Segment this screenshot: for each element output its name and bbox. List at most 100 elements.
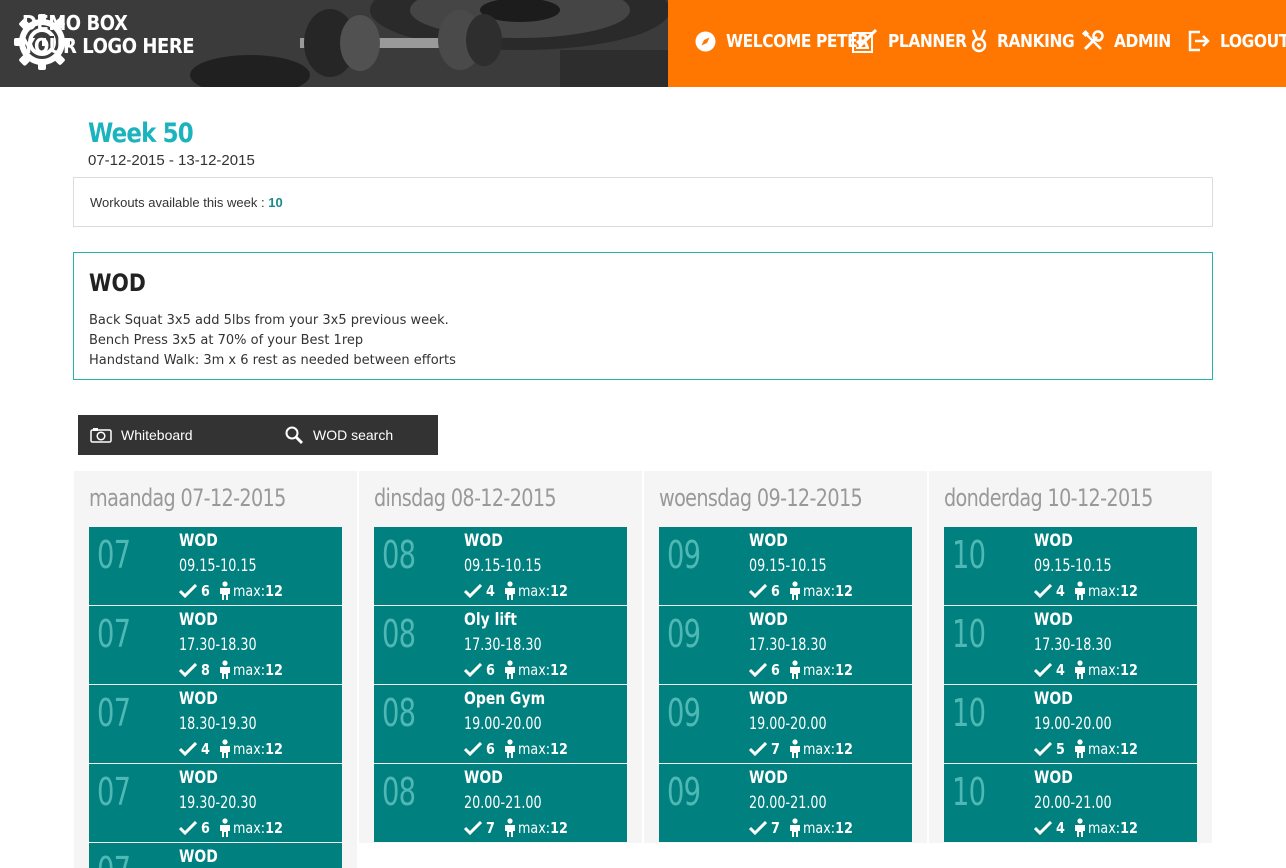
check-icon <box>1034 584 1052 598</box>
slot-meta: 4 max:12 <box>1034 817 1147 839</box>
class-slot[interactable]: 08 Oly lift 17.30-18.30 6 max:12 <box>374 606 627 684</box>
top-nav: WELCOME PETER PLANNER RANKING ADMIN LOGO… <box>668 0 1286 87</box>
class-slot[interactable]: 08 WOD 09.15-10.15 4 max:12 <box>374 527 627 605</box>
slot-name: WOD <box>179 531 218 551</box>
slot-day-number: 10 <box>952 612 986 656</box>
class-slot[interactable]: 10 WOD 20.00-21.00 4 max:12 <box>944 764 1197 842</box>
nav-logout[interactable]: LOGOUT <box>1188 27 1286 55</box>
slot-meta: 6 max:12 <box>749 580 862 602</box>
slot-time: 20.00-21.00 <box>749 793 827 813</box>
logo[interactable]: DEMO BOX YOUR LOGO HERE <box>14 11 213 70</box>
check-icon <box>179 742 197 756</box>
slot-booked-count: 4 <box>1056 661 1065 679</box>
class-slot[interactable]: 10 WOD 09.15-10.15 4 max:12 <box>944 527 1197 605</box>
check-icon <box>464 663 482 677</box>
slot-time: 18.30-19.30 <box>179 714 257 734</box>
slot-meta: 6 max:12 <box>749 659 862 681</box>
person-icon <box>220 581 231 600</box>
day-column: dinsdag 08-12-2015 08 WOD 09.15-10.15 4 … <box>359 471 642 843</box>
slot-name: WOD <box>749 768 788 788</box>
slot-booked-count: 7 <box>486 819 495 837</box>
whiteboard-button[interactable]: Whiteboard <box>78 415 268 455</box>
slot-day-number: 09 <box>667 612 701 656</box>
person-icon <box>790 660 801 679</box>
slot-day-number: 09 <box>667 770 701 814</box>
person-icon <box>790 739 801 758</box>
slot-max-label: max: <box>518 582 551 600</box>
slot-meta: 6 max:12 <box>464 659 577 681</box>
slot-max-label: max: <box>233 819 266 837</box>
available-workouts-text: Workouts available this week : 10 <box>90 195 283 210</box>
slot-name: WOD <box>1034 689 1073 709</box>
slot-booked-count: 6 <box>201 819 210 837</box>
slot-name: WOD <box>1034 610 1073 630</box>
slot-meta: 4 max:12 <box>1034 580 1147 602</box>
nav-admin[interactable]: ADMIN <box>1082 27 1180 55</box>
slot-name: WOD <box>179 768 218 788</box>
slot-day-number: 10 <box>952 770 986 814</box>
slot-name: Open Gym <box>464 689 546 709</box>
slot-booked-count: 7 <box>771 740 780 758</box>
person-icon <box>1075 739 1086 758</box>
nav-planner[interactable]: PLANNER <box>852 27 979 55</box>
slot-max-value: 12 <box>265 740 284 758</box>
slot-max-value: 12 <box>1120 661 1139 679</box>
slot-max: max:12 <box>518 740 568 758</box>
slot-max: max:12 <box>233 661 283 679</box>
person-icon <box>220 818 231 837</box>
slot-booked-count: 4 <box>486 582 495 600</box>
slot-time: 17.30-18.30 <box>179 635 257 655</box>
class-slot[interactable]: 09 WOD 09.15-10.15 6 max:12 <box>659 527 912 605</box>
person-icon <box>1075 818 1086 837</box>
slot-max: max:12 <box>233 740 283 758</box>
slot-day-number: 10 <box>952 691 986 735</box>
wod-description: Back Squat 3x5 add 5lbs from your 3x5 pr… <box>89 311 456 371</box>
class-slot[interactable]: 10 WOD 19.00-20.00 5 max:12 <box>944 685 1197 763</box>
check-icon <box>464 742 482 756</box>
slot-max-label: max: <box>803 819 836 837</box>
slot-name: WOD <box>464 531 503 551</box>
check-icon <box>749 663 767 677</box>
slot-meta: 4 max:12 <box>1034 659 1147 681</box>
class-slot[interactable]: 08 WOD 20.00-21.00 7 max:12 <box>374 764 627 842</box>
class-slot[interactable]: 07 WOD <box>89 843 342 868</box>
check-icon <box>749 742 767 756</box>
slot-meta: 6 max:12 <box>179 580 292 602</box>
class-slot[interactable]: 09 WOD 20.00-21.00 7 max:12 <box>659 764 912 842</box>
slot-day-number: 09 <box>667 533 701 577</box>
class-slot[interactable]: 08 Open Gym 19.00-20.00 6 max:12 <box>374 685 627 763</box>
check-icon <box>1034 742 1052 756</box>
slot-booked-count: 4 <box>1056 819 1065 837</box>
person-icon <box>505 739 516 758</box>
brand-line-2: YOUR LOGO HERE <box>22 34 195 58</box>
slot-time: 17.30-18.30 <box>1034 635 1112 655</box>
class-slot[interactable]: 07 WOD 09.15-10.15 6 max:12 <box>89 527 342 605</box>
class-slot[interactable]: 10 WOD 17.30-18.30 4 max:12 <box>944 606 1197 684</box>
class-slot[interactable]: 09 WOD 17.30-18.30 6 max:12 <box>659 606 912 684</box>
header: DEMO BOX YOUR LOGO HERE WELCOME PETER PL… <box>0 0 1286 87</box>
slot-time: 09.15-10.15 <box>749 556 827 576</box>
slot-time: 19.00-20.00 <box>1034 714 1112 734</box>
slot-meta: 7 max:12 <box>749 738 862 760</box>
slot-max: max:12 <box>1088 740 1138 758</box>
wod-line: Bench Press 3x5 at 70% of your Best 1rep <box>89 333 364 348</box>
class-slot[interactable]: 09 WOD 19.00-20.00 7 max:12 <box>659 685 912 763</box>
wod-title: WOD <box>89 269 146 297</box>
slot-max-value: 12 <box>835 819 854 837</box>
wod-line: Back Squat 3x5 add 5lbs from your 3x5 pr… <box>89 313 449 328</box>
medal-icon <box>971 29 987 53</box>
class-slot[interactable]: 07 WOD 18.30-19.30 4 max:12 <box>89 685 342 763</box>
wod-search-button[interactable]: WOD search <box>268 415 438 455</box>
slot-max-label: max: <box>1088 582 1121 600</box>
person-icon <box>505 660 516 679</box>
brand-line-1: DEMO BOX <box>22 11 128 35</box>
slot-booked-count: 6 <box>201 582 210 600</box>
nav-ranking[interactable]: RANKING <box>971 27 1087 55</box>
slot-name: WOD <box>1034 768 1073 788</box>
class-slot[interactable]: 07 WOD 19.30-20.30 6 max:12 <box>89 764 342 842</box>
toolbar: Whiteboard WOD search <box>78 415 438 455</box>
slot-time: 20.00-21.00 <box>1034 793 1112 813</box>
slot-booked-count: 6 <box>486 740 495 758</box>
wod-line: Handstand Walk: 3m x 6 rest as needed be… <box>89 353 456 368</box>
class-slot[interactable]: 07 WOD 17.30-18.30 8 max:12 <box>89 606 342 684</box>
